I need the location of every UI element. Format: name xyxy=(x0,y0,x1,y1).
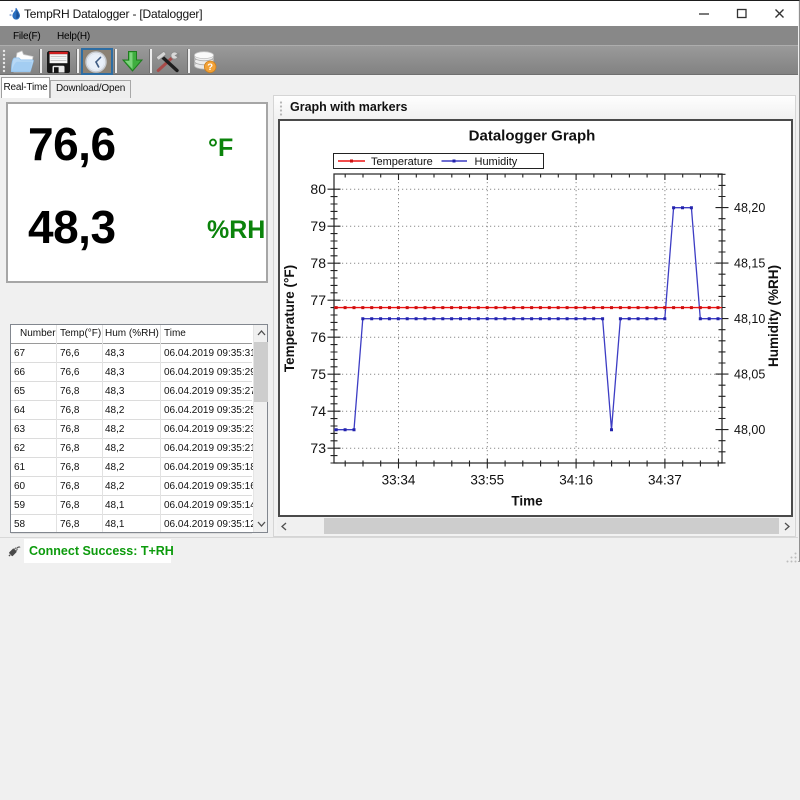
svg-text:?: ? xyxy=(207,62,213,73)
svg-text:48,15: 48,15 xyxy=(734,257,765,271)
svg-text:Temperature: Temperature xyxy=(371,156,433,168)
svg-text:33:34: 33:34 xyxy=(382,473,416,488)
svg-text:77: 77 xyxy=(310,292,326,308)
svg-text:48,20: 48,20 xyxy=(734,201,765,215)
svg-text:78: 78 xyxy=(310,255,326,271)
svg-text:34:16: 34:16 xyxy=(559,473,593,488)
svg-text:Datalogger Graph: Datalogger Graph xyxy=(469,128,596,145)
svg-text:34:37: 34:37 xyxy=(648,473,682,488)
svg-text:48,00: 48,00 xyxy=(734,423,765,437)
svg-text:76: 76 xyxy=(310,329,326,345)
svg-text:75: 75 xyxy=(310,366,326,382)
svg-text:48,05: 48,05 xyxy=(734,368,765,382)
svg-text:Time: Time xyxy=(511,494,543,509)
svg-text:Humidity: Humidity xyxy=(475,156,518,168)
svg-text:79: 79 xyxy=(310,218,326,234)
svg-text:Humidity (%RH): Humidity (%RH) xyxy=(766,265,781,367)
svg-text:Temperature (°F): Temperature (°F) xyxy=(282,265,297,372)
svg-text:73: 73 xyxy=(310,440,326,456)
svg-text:80: 80 xyxy=(310,181,326,197)
svg-text:48,10: 48,10 xyxy=(734,312,765,326)
svg-text:33:55: 33:55 xyxy=(470,473,504,488)
svg-text:74: 74 xyxy=(310,403,326,419)
